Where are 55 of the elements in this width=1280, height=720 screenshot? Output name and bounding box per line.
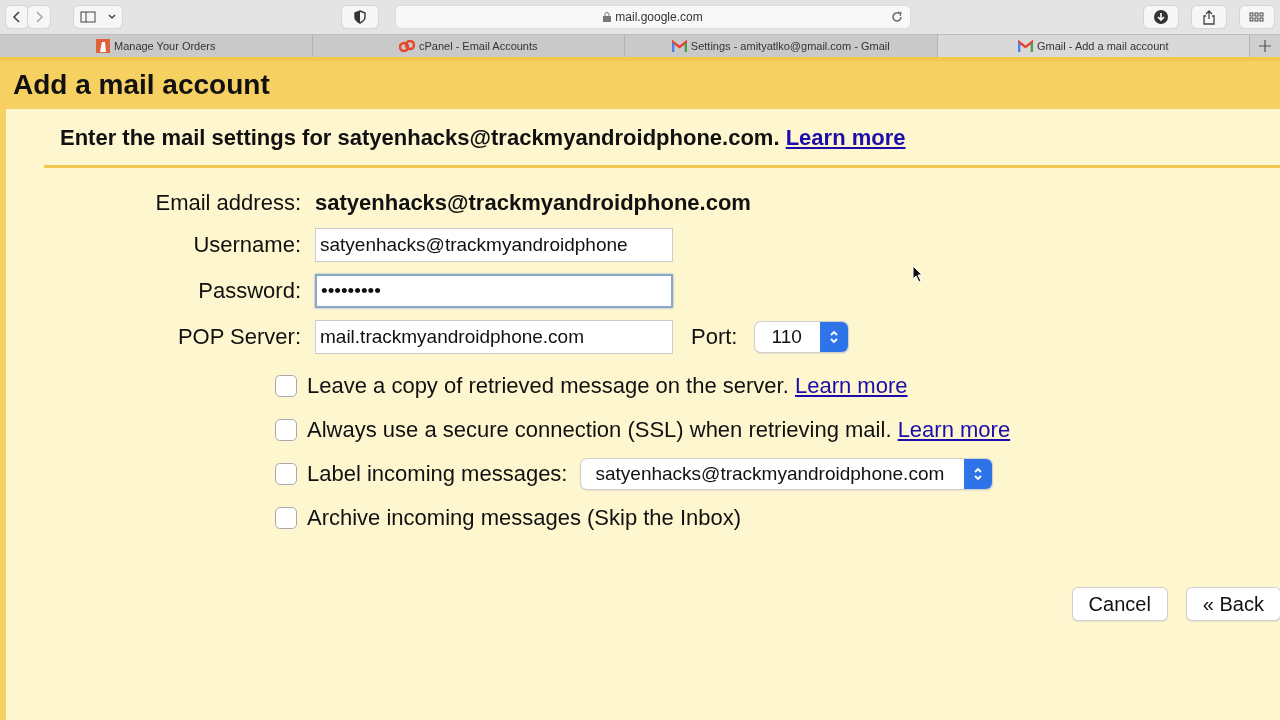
intro-text: Enter the mail settings for satyenhacks@trackmyandroidphone.com. Learn more [44, 109, 1280, 168]
stepper-icon [819, 322, 848, 352]
form-button[interactable]: « Back [1186, 588, 1280, 620]
option-text: Leave a copy of retrieved message on the server. Learn more [307, 373, 908, 399]
option-text: Label incoming messages: [307, 461, 568, 487]
chevron-down-icon [108, 14, 116, 20]
input-field[interactable]: satyenhacks@trackmyandroidphone [315, 228, 673, 262]
grid-icon [1249, 12, 1265, 22]
field-label: POP Server: [176, 324, 301, 350]
mouse-cursor-icon [912, 265, 924, 283]
download-icon [1154, 10, 1168, 24]
browser-tab[interactable]: Gmail - Add a mail account [937, 35, 1250, 57]
chevron-right-icon [34, 11, 44, 23]
option-text: Always use a secure connection (SSL) when retrieving mail. Learn more [307, 417, 1011, 443]
browser-tab[interactable]: Manage Your Orders [0, 35, 313, 57]
chevron-left-icon [12, 11, 22, 23]
checkbox[interactable] [275, 463, 297, 485]
port-select[interactable]: 110 [755, 322, 848, 352]
input-field[interactable]: ••••••••• [315, 274, 673, 308]
checkbox[interactable] [275, 507, 297, 529]
download-button[interactable] [1144, 6, 1178, 28]
learn-more-link[interactable]: Learn more [794, 373, 908, 398]
share-button[interactable] [1192, 6, 1226, 28]
address-bar[interactable]: mail.google.com [396, 6, 910, 28]
back-button[interactable] [6, 6, 28, 28]
field-label: Username: [192, 232, 301, 258]
email-address: satyenhacks@trackmyandroidphone.com [315, 190, 752, 216]
sidebar-button[interactable] [74, 6, 122, 28]
gmail-icon [671, 40, 687, 52]
forward-button[interactable] [28, 6, 50, 28]
tab-overview-button[interactable] [1240, 6, 1274, 28]
field-label: Port: [691, 324, 738, 350]
store-icon [96, 39, 110, 53]
learn-more-link[interactable]: Learn more [897, 417, 1011, 442]
field-label: Email address: [154, 190, 301, 216]
lock-icon [603, 12, 612, 22]
url-text: mail.google.com [615, 10, 703, 24]
cpanel-icon [398, 40, 415, 52]
field-label: Password: [197, 278, 301, 304]
form-button[interactable]: Cancel [1072, 588, 1167, 620]
reload-icon[interactable] [890, 10, 904, 24]
option-text: Archive incoming messages (Skip the Inbox) [307, 505, 742, 531]
input-field[interactable]: mail.trackmyandroidphone.com [315, 320, 673, 354]
learn-more-link[interactable]: Learn more [785, 125, 906, 150]
gmail-icon [1018, 40, 1033, 52]
sidebar-icon [80, 11, 96, 23]
browser-tab[interactable]: cPanel - Email Accounts [312, 35, 625, 57]
stepper-icon [964, 459, 993, 489]
checkbox[interactable] [275, 375, 297, 397]
page-title: Add a mail account [0, 57, 1280, 109]
share-icon [1203, 9, 1215, 25]
checkbox[interactable] [275, 419, 297, 441]
label-select[interactable]: satyenhacks@trackmyandroidphone.com [581, 459, 993, 489]
browser-tab[interactable]: Settings - amityatlko@gmail.com - Gmail [625, 35, 938, 57]
shield-icon[interactable] [342, 6, 378, 28]
